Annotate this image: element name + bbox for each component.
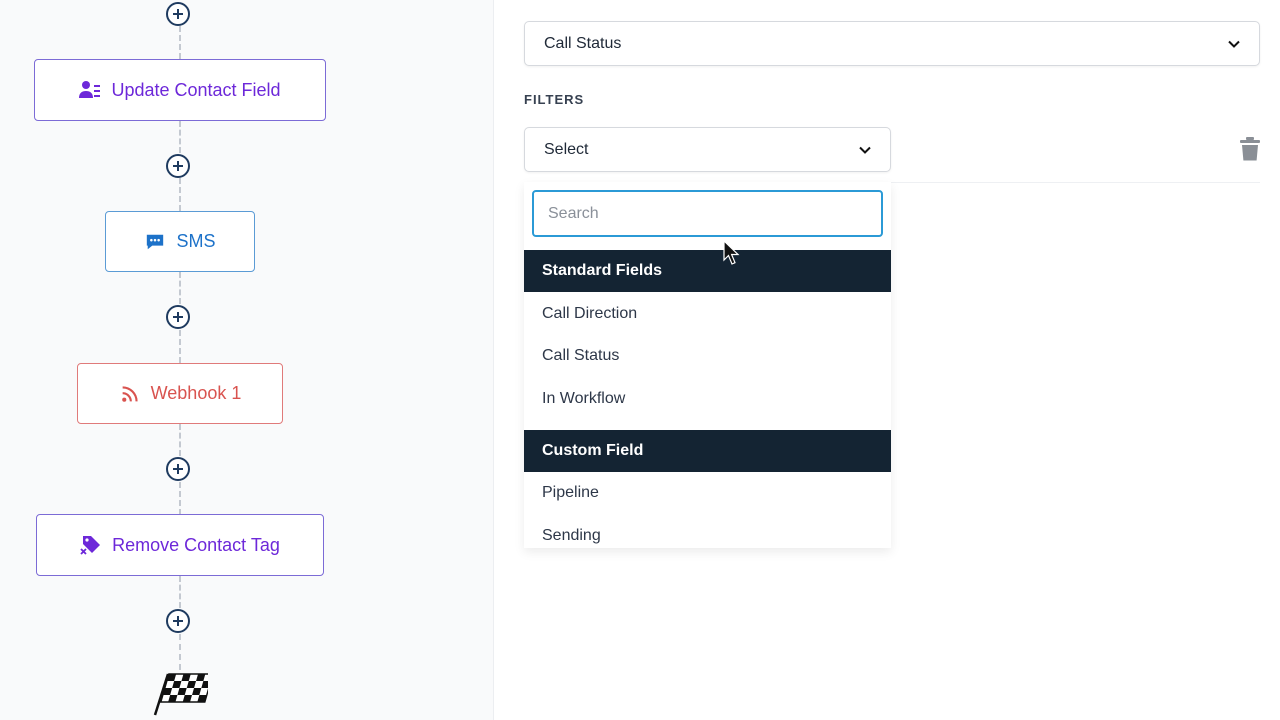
rss-icon — [119, 383, 141, 405]
workflow-node-webhook[interactable]: Webhook 1 — [77, 363, 283, 424]
dropdown-option[interactable]: Sending — [524, 515, 891, 548]
dropdown-option[interactable]: Call Direction — [524, 293, 891, 335]
chat-bubble-icon — [144, 231, 166, 253]
person-list-icon — [79, 79, 101, 101]
dropdown-option[interactable]: Call Status — [524, 335, 891, 377]
mouse-pointer-icon — [723, 240, 740, 265]
connector-line — [179, 424, 181, 456]
node-label: Remove Contact Tag — [112, 534, 280, 555]
tag-remove-icon — [80, 534, 102, 556]
add-step-button[interactable] — [166, 154, 190, 178]
dropdown-option[interactable]: Pipeline — [524, 472, 891, 514]
filter-select[interactable]: Select — [524, 127, 891, 172]
field-select[interactable]: Call Status — [524, 21, 1260, 66]
trash-icon[interactable] — [1240, 137, 1260, 161]
search-input[interactable] — [532, 190, 883, 237]
add-step-button[interactable] — [166, 305, 190, 329]
connector-line — [179, 26, 181, 59]
plus-icon — [173, 312, 183, 322]
plus-icon — [173, 616, 183, 626]
filter-select-value: Select — [544, 140, 589, 158]
plus-icon — [173, 464, 183, 474]
connector-line — [179, 634, 181, 670]
chevron-down-icon — [1228, 40, 1240, 48]
filter-dropdown-menu: Standard Fields Call Direction Call Stat… — [524, 182, 891, 548]
workflow-canvas: Update Contact Field SMS Webhook 1 Remov… — [0, 0, 494, 720]
trigger-settings-panel: Call Status FILTERS Select Standard Fiel… — [494, 0, 1280, 720]
node-label: SMS — [176, 231, 216, 251]
node-label: Webhook 1 — [150, 383, 242, 403]
workflow-node-update-contact-field[interactable]: Update Contact Field — [34, 59, 326, 121]
dropdown-option[interactable]: In Workflow — [524, 378, 891, 420]
add-step-button[interactable] — [166, 457, 190, 481]
connector-line — [179, 576, 181, 608]
group-header-standard-fields: Standard Fields — [524, 250, 891, 292]
workflow-node-remove-contact-tag[interactable]: Remove Contact Tag — [36, 514, 324, 576]
workflow-node-sms[interactable]: SMS — [105, 211, 255, 272]
add-step-button[interactable] — [166, 2, 190, 26]
connector-line — [179, 330, 181, 363]
connector-line — [179, 178, 181, 211]
connector-line — [179, 482, 181, 515]
node-label: Update Contact Field — [111, 79, 281, 100]
plus-icon — [173, 9, 183, 19]
connector-line — [179, 272, 181, 304]
chevron-down-icon — [859, 146, 871, 154]
connector-line — [179, 121, 181, 153]
checkered-flag-icon — [153, 673, 208, 716]
plus-icon — [173, 161, 183, 171]
group-header-custom-field: Custom Field — [524, 430, 891, 472]
filters-label: FILTERS — [524, 92, 585, 107]
add-step-button[interactable] — [166, 609, 190, 633]
field-select-value: Call Status — [544, 34, 622, 52]
